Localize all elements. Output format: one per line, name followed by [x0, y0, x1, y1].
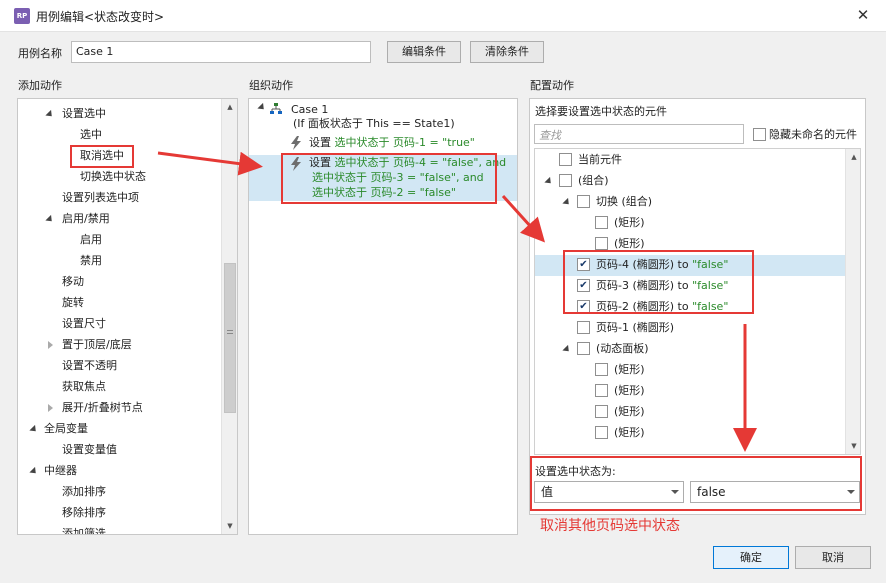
annotation-arrows	[157, 151, 757, 452]
ok-button[interactable]: 确定	[713, 546, 789, 569]
cancel-button[interactable]: 取消	[795, 546, 871, 569]
